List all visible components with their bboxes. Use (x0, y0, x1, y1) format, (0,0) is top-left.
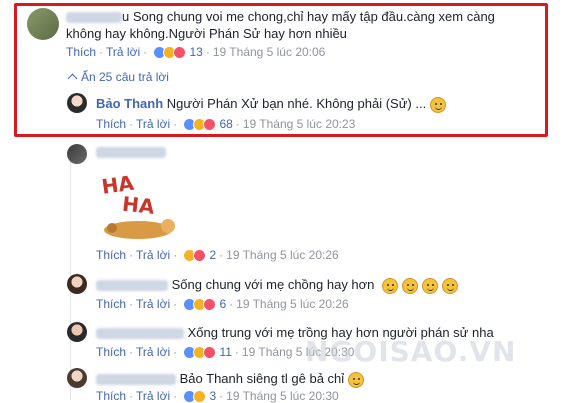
watermark-logo: NGOISAO.VN (305, 335, 517, 368)
smile-emoji-icon (402, 277, 419, 294)
replier-name-blurred[interactable] (96, 280, 168, 292)
reply-actions: Thích · Trả lời · 6 · 19 Tháng 5 lúc 20:26 (96, 297, 349, 312)
reply-link[interactable]: Trả lời (136, 248, 170, 262)
wow-reaction-icon (193, 390, 207, 403)
love-reaction-icon (203, 298, 217, 312)
highlight-frame (14, 3, 548, 137)
reply-actions: Thích · Trả lời · 2 · 19 Tháng 5 lúc 20:26 (96, 248, 339, 263)
reaction-count: 11 (219, 345, 232, 359)
wink-emoji-icon (348, 371, 365, 388)
reaction-summary[interactable]: 2 (183, 248, 216, 263)
reply-timestamp[interactable]: 19 Tháng 5 lúc 20:26 (226, 248, 339, 262)
smile-emoji-icon (382, 277, 399, 294)
replier-name-blurred[interactable] (96, 374, 176, 386)
reply-avatar[interactable] (67, 368, 87, 388)
reply-avatar[interactable] (67, 322, 87, 342)
reply-avatar[interactable] (67, 274, 87, 294)
reply-text: Bảo Thanh siêng tl gê bả chỉ (179, 371, 345, 386)
reply-body: Bảo Thanh siêng tl gê bả chỉ (96, 371, 365, 388)
like-link[interactable]: Thích (96, 345, 126, 359)
smile-emoji-icon (422, 277, 439, 294)
reply-actions: Thích · Trả lời · 3 · 19 Tháng 5 lúc 20:30 (96, 389, 339, 403)
replier-name-blurred[interactable] (96, 147, 166, 158)
haha-sticker: HA HA (96, 168, 186, 243)
reply-avatar[interactable] (67, 144, 87, 164)
reply-timestamp[interactable]: 19 Tháng 5 lúc 20:30 (226, 389, 339, 403)
replier-name-blurred[interactable] (96, 328, 184, 340)
reply-body: Sống chung với mẹ chồng hay hơn (96, 277, 459, 294)
reply-link[interactable]: Trả lời (136, 389, 170, 403)
svg-text:HA: HA (121, 192, 156, 219)
love-reaction-icon (203, 346, 217, 360)
love-reaction-icon (193, 249, 207, 263)
smile-emoji-icon (442, 277, 459, 294)
haha-sticker-icon: HA HA (100, 171, 175, 239)
reply-text: Sống chung với mẹ chồng hay hơn (171, 277, 375, 292)
reply-link[interactable]: Trả lời (136, 345, 170, 359)
reaction-summary[interactable]: 11 (183, 345, 232, 360)
reaction-summary[interactable]: 6 (183, 297, 226, 312)
reply-timestamp[interactable]: 19 Tháng 5 lúc 20:26 (236, 297, 349, 311)
like-link[interactable]: Thích (96, 248, 126, 262)
like-link[interactable]: Thích (96, 297, 126, 311)
reply-link[interactable]: Trả lời (136, 297, 170, 311)
reaction-summary[interactable]: 3 (183, 389, 216, 403)
like-link[interactable]: Thích (96, 389, 126, 403)
